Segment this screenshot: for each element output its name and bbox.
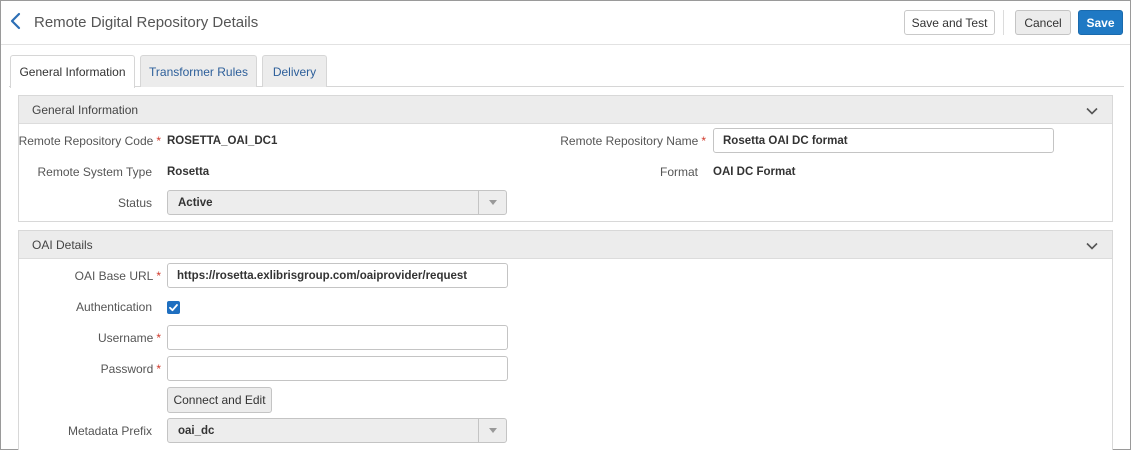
- remote-system-type-label: Remote System Type: [37, 165, 153, 179]
- section-title: OAI Details: [32, 238, 93, 252]
- chevron-down-icon[interactable]: [1086, 105, 1098, 115]
- password-label: Password *: [100, 362, 161, 376]
- password-input[interactable]: [167, 356, 508, 381]
- username-input[interactable]: [167, 325, 508, 350]
- dropdown-arrow-icon[interactable]: [478, 191, 506, 214]
- cancel-button[interactable]: Cancel: [1015, 10, 1071, 35]
- metadata-prefix-label: Metadata Prefix: [67, 424, 152, 438]
- remote-repository-name-input[interactable]: Rosetta OAI DC format: [713, 128, 1054, 153]
- save-and-test-button[interactable]: Save and Test: [904, 10, 995, 35]
- general-information-header[interactable]: General Information: [19, 96, 1112, 124]
- page-frame: Remote Digital Repository Details Save a…: [0, 0, 1131, 450]
- remote-repository-code-label: Remote Repository Code *: [18, 134, 161, 148]
- tab-delivery[interactable]: Delivery: [262, 55, 327, 87]
- oai-details-header[interactable]: OAI Details: [19, 231, 1112, 259]
- metadata-prefix-value: oai_dc: [178, 425, 215, 437]
- header-divider: [1003, 10, 1004, 35]
- back-chevron-icon[interactable]: [7, 11, 25, 31]
- dropdown-arrow-icon[interactable]: [478, 419, 506, 442]
- remote-system-type-value: Rosetta: [167, 166, 210, 178]
- username-label: Username *: [97, 331, 161, 345]
- status-select[interactable]: Active: [167, 190, 507, 215]
- tab-transformer-rules[interactable]: Transformer Rules: [140, 55, 257, 87]
- remote-repository-code-value: ROSETTA_OAI_DC1: [167, 135, 278, 147]
- status-label: Status: [117, 196, 152, 210]
- authentication-checkbox[interactable]: [167, 301, 180, 314]
- required-marker: *: [156, 331, 161, 345]
- connect-and-edit-button[interactable]: Connect and Edit: [167, 387, 272, 413]
- page-header: Remote Digital Repository Details Save a…: [1, 1, 1130, 45]
- oai-base-url-label: OAI Base URL *: [74, 269, 161, 283]
- required-marker: *: [156, 269, 161, 283]
- required-marker: *: [156, 362, 161, 376]
- remote-repository-name-label: Remote Repository Name *: [560, 134, 706, 148]
- status-value: Active: [178, 197, 213, 209]
- page-title: Remote Digital Repository Details: [34, 14, 259, 31]
- chevron-down-icon[interactable]: [1086, 240, 1098, 250]
- authentication-label: Authentication: [75, 300, 152, 314]
- oai-base-url-input[interactable]: https://rosetta.exlibrisgroup.com/oaipro…: [167, 263, 508, 288]
- format-value: OAI DC Format: [713, 166, 796, 178]
- format-label: Format: [659, 165, 698, 179]
- tab-general-information[interactable]: General Information: [10, 55, 135, 88]
- metadata-prefix-select[interactable]: oai_dc: [167, 418, 507, 443]
- section-title: General Information: [32, 103, 139, 117]
- required-marker: *: [156, 134, 161, 148]
- required-marker: *: [701, 134, 706, 148]
- checkmark-icon: [169, 304, 178, 312]
- save-button[interactable]: Save: [1078, 10, 1123, 35]
